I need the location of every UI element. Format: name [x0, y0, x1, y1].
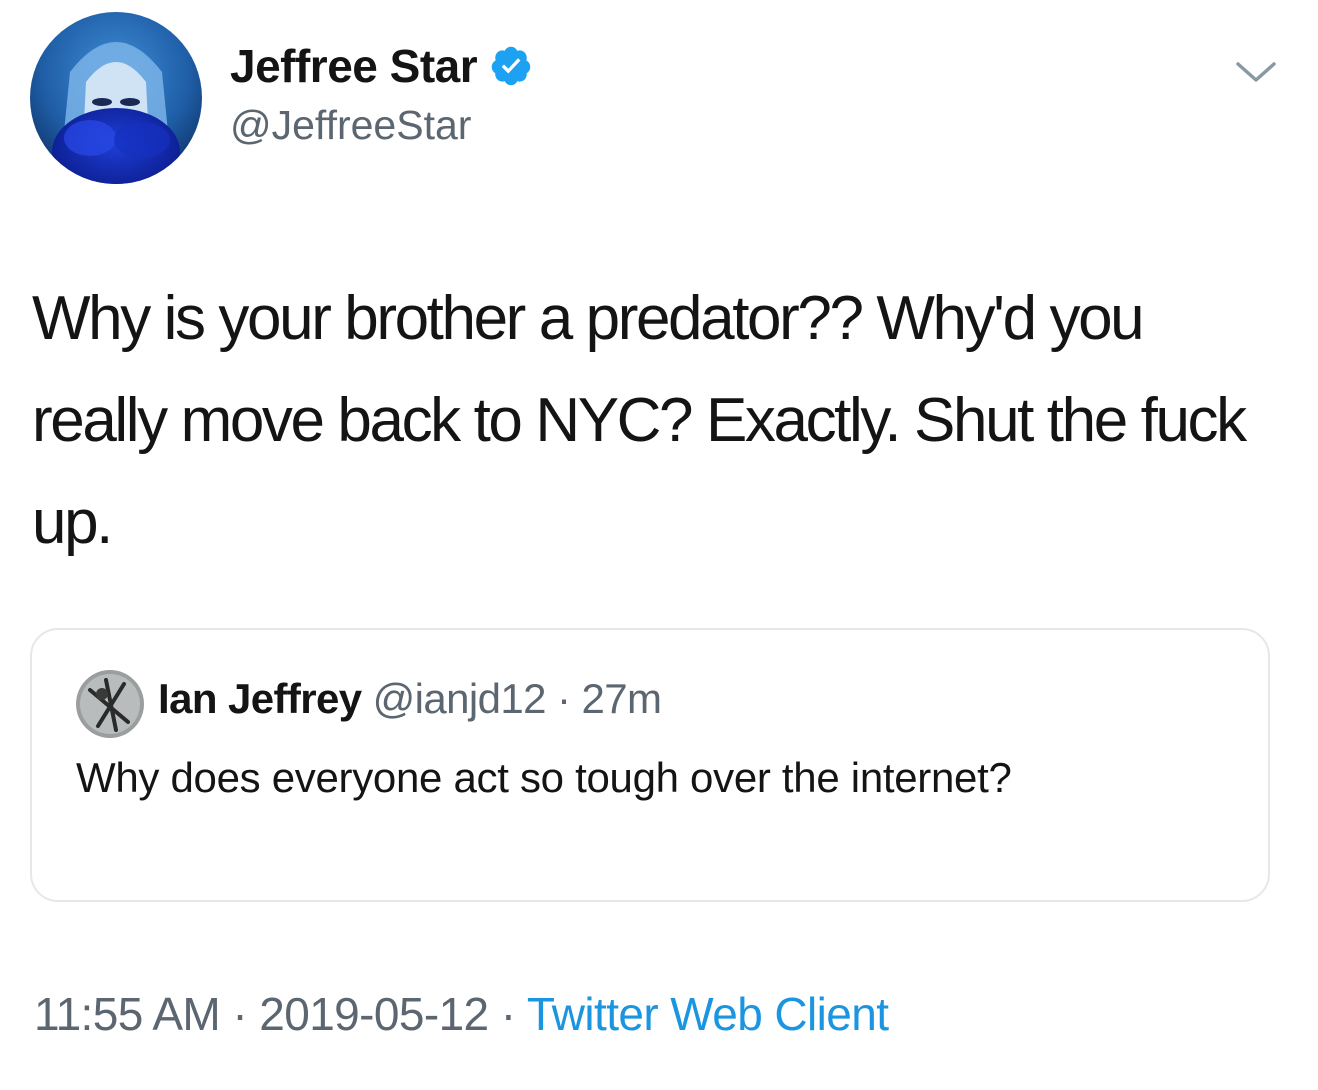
- tweet-source-link[interactable]: Twitter Web Client: [527, 988, 889, 1040]
- quoted-timestamp[interactable]: 27m: [581, 675, 662, 722]
- quoted-avatar-image: [76, 670, 144, 738]
- quoted-author-avatar[interactable]: [76, 670, 144, 738]
- quoted-tweet[interactable]: Ian Jeffrey @ianjd12 · 27m Why does ever…: [30, 628, 1270, 902]
- chevron-down-icon[interactable]: [1230, 52, 1282, 92]
- quoted-separator: ·: [556, 675, 571, 722]
- verified-badge-icon: [489, 44, 533, 88]
- author-avatar[interactable]: [30, 12, 202, 184]
- author-display-name[interactable]: Jeffree Star: [230, 38, 533, 94]
- footer-separator: ·: [232, 988, 248, 1040]
- tweet-date[interactable]: 2019-05-12: [259, 988, 489, 1040]
- tweet-text: Why is your brother a predator?? Why'd y…: [32, 284, 1247, 557]
- avatar-image: [30, 12, 202, 184]
- author-name-text: Jeffree Star: [230, 40, 478, 92]
- footer-separator: ·: [500, 988, 516, 1040]
- quoted-author-handle[interactable]: @ianjd12: [373, 675, 547, 722]
- quoted-tweet-header: Ian Jeffrey @ianjd12 · 27m: [158, 672, 662, 726]
- tweet-time[interactable]: 11:55 AM: [34, 988, 221, 1040]
- quoted-tweet-text: Why does everyone act so tough over the …: [76, 754, 1012, 801]
- tweet-footer: 11:55 AM · 2019-05-12 · Twitter Web Clie…: [34, 986, 889, 1042]
- author-handle[interactable]: @JeffreeStar: [230, 100, 471, 150]
- tweet-card: Jeffree Star @JeffreeStar Why is your br…: [0, 0, 1318, 1090]
- quoted-author-name[interactable]: Ian Jeffrey: [158, 675, 362, 722]
